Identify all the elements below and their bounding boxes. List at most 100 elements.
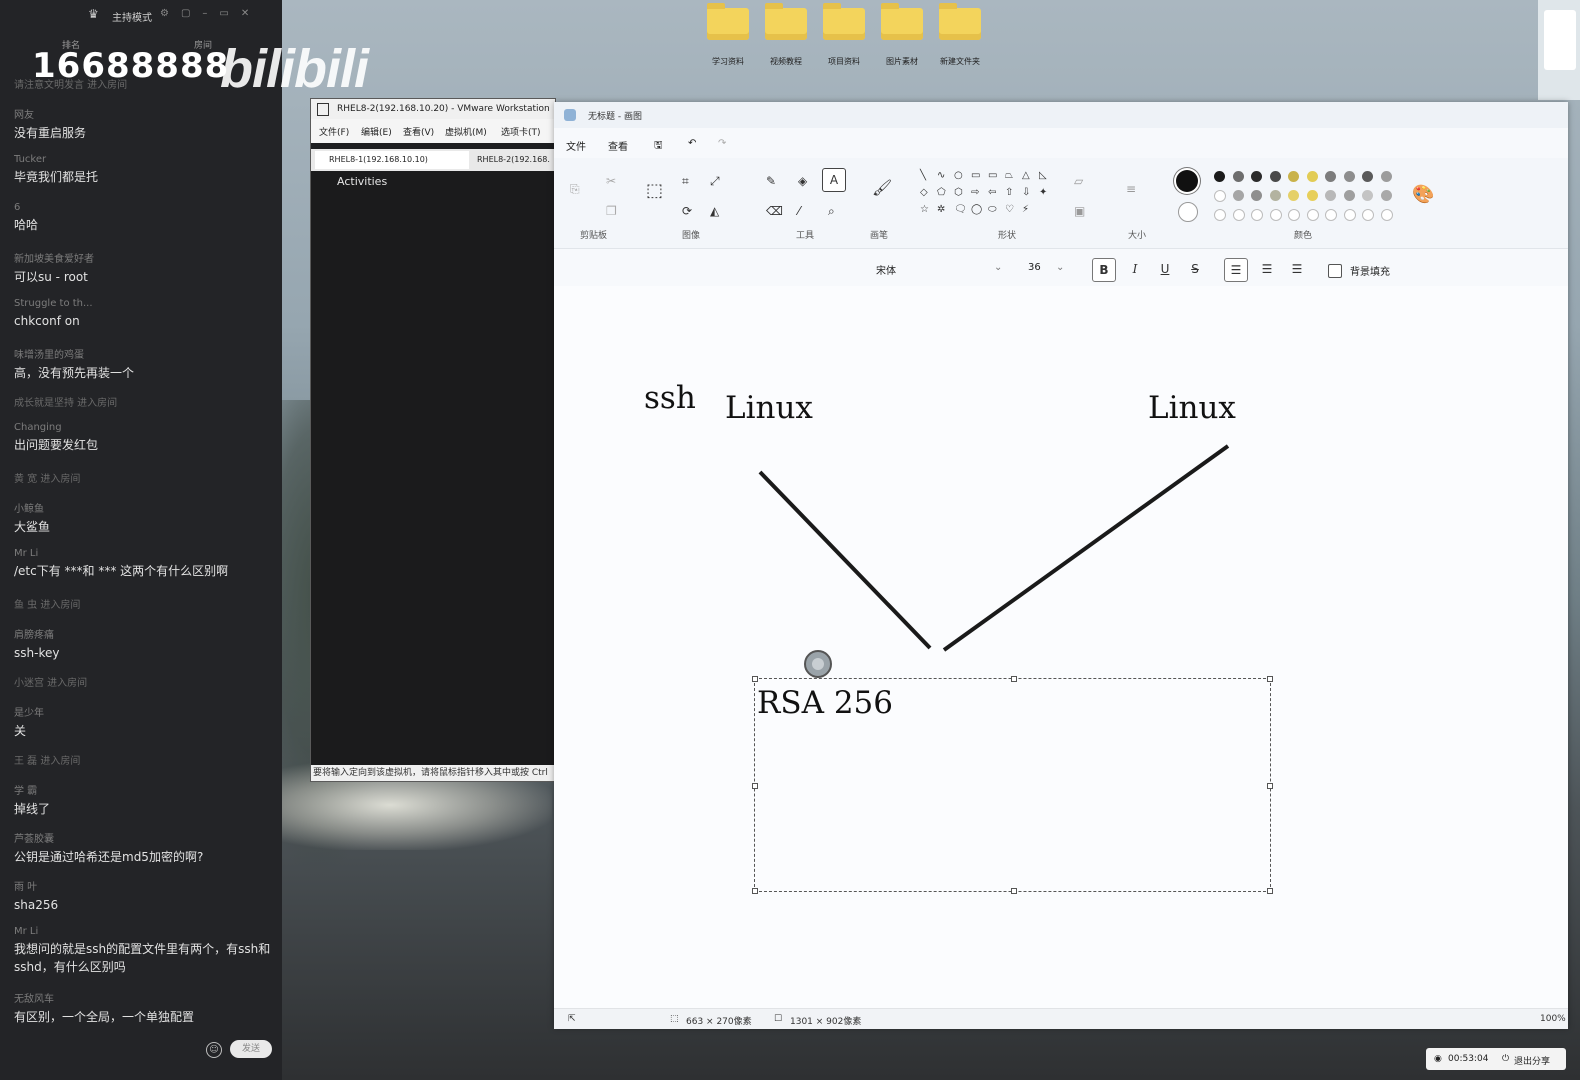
palette-color-swatch[interactable] xyxy=(1306,171,1318,182)
chat-username[interactable]: 6 xyxy=(14,202,274,213)
palette-empty-slot[interactable] xyxy=(1288,209,1300,221)
chat-username[interactable]: Mr Li xyxy=(14,548,274,559)
palette-color-swatch[interactable] xyxy=(1269,171,1281,182)
drawing-canvas[interactable]: ssh Linux Linux RSA 256 xyxy=(554,286,1568,1008)
zoom-level[interactable]: 100% xyxy=(1540,1014,1566,1024)
desktop-folder-icon[interactable]: 图片素材 xyxy=(874,3,930,67)
vmware-menu-item[interactable]: 查看(V) xyxy=(403,125,434,138)
chat-username[interactable]: 无敌风车 xyxy=(14,990,274,1005)
italic-button[interactable]: I xyxy=(1124,258,1146,280)
copy-icon[interactable]: ❐ xyxy=(606,204,617,218)
vm-tab-rhel8-1[interactable]: RHEL8-1(192.168.10.10) xyxy=(315,151,469,169)
chat-username[interactable]: 新加坡美食爱好者 xyxy=(14,250,274,265)
canvas-text-rsa[interactable]: RSA 256 xyxy=(757,685,893,721)
activities-button[interactable]: Activities xyxy=(337,175,387,188)
palette-color-swatch[interactable] xyxy=(1232,190,1244,201)
size-icon[interactable]: ≡ xyxy=(1126,182,1136,196)
vmware-menu-item[interactable]: 选项卡(T) xyxy=(501,125,541,138)
resize-handle[interactable] xyxy=(1011,888,1017,894)
palette-empty-slot[interactable] xyxy=(1362,209,1374,221)
crop-icon[interactable]: ⌗ xyxy=(682,174,689,189)
palette-empty-slot[interactable] xyxy=(1232,209,1245,221)
palette-empty-slot[interactable] xyxy=(1325,209,1337,221)
exit-share-icon[interactable]: ⏻ xyxy=(1502,1054,1509,1064)
palette-color-swatch[interactable] xyxy=(1214,171,1225,182)
underline-button[interactable]: U xyxy=(1154,258,1176,280)
font-family-select[interactable]: 宋体 xyxy=(876,262,896,277)
chat-username[interactable]: 是少年 xyxy=(14,704,274,719)
desktop-folder-icon[interactable]: 新建文件夹 xyxy=(932,3,988,67)
chat-username[interactable]: Mr Li xyxy=(14,926,274,937)
desktop-folder-icon[interactable]: 视频教程 xyxy=(758,3,814,67)
canvas-text-linux-right[interactable]: Linux xyxy=(1148,390,1236,426)
resize-handle[interactable] xyxy=(752,676,758,682)
color-2-swatch[interactable] xyxy=(1178,202,1198,222)
shape-option-icon[interactable]: ⇧ xyxy=(1005,187,1013,198)
font-family-chevron-icon[interactable]: ⌄ xyxy=(994,262,1002,273)
palette-empty-slot[interactable] xyxy=(1380,209,1393,221)
font-size-chevron-icon[interactable]: ⌄ xyxy=(1056,262,1064,273)
chat-username[interactable]: 小鲸鱼 xyxy=(14,500,274,515)
shape-option-icon[interactable]: ☆ xyxy=(920,204,929,215)
palette-color-swatch[interactable] xyxy=(1362,190,1373,201)
shape-option-icon[interactable]: ◯ xyxy=(971,204,982,215)
desktop-folder-icon[interactable]: 项目资料 xyxy=(816,3,872,67)
palette-color-swatch[interactable] xyxy=(1251,190,1262,201)
paste-icon[interactable]: ⎘ xyxy=(570,182,580,197)
align-right-button[interactable]: ☰ xyxy=(1286,258,1308,280)
palette-color-swatch[interactable] xyxy=(1214,190,1226,202)
palette-color-swatch[interactable] xyxy=(1269,190,1281,201)
shape-option-icon[interactable]: ○ xyxy=(954,170,963,181)
palette-empty-slot[interactable] xyxy=(1343,209,1356,221)
resize-handle[interactable] xyxy=(1267,888,1273,894)
palette-empty-slot[interactable] xyxy=(1214,209,1226,221)
edit-colors-icon[interactable]: 🎨 xyxy=(1412,184,1434,205)
shape-option-icon[interactable]: △ xyxy=(1022,170,1030,181)
widget-tile[interactable] xyxy=(1544,10,1576,70)
palette-color-swatch[interactable] xyxy=(1232,171,1244,182)
resize-icon[interactable]: ⤢ xyxy=(710,174,720,189)
shape-option-icon[interactable]: ✦ xyxy=(1039,187,1047,198)
chat-username[interactable]: 雨 叶 xyxy=(14,878,274,893)
canvas-text-linux-left[interactable]: Linux xyxy=(725,390,813,426)
text-selection-box[interactable]: RSA 256 xyxy=(752,676,1273,894)
shape-option-icon[interactable]: ✲ xyxy=(937,204,945,215)
chat-username[interactable]: 芦荟胶囊 xyxy=(14,830,274,845)
emoji-icon[interactable]: ☺ xyxy=(206,1042,222,1058)
resize-handle[interactable] xyxy=(752,888,758,894)
rotate-icon[interactable]: ⟳ xyxy=(682,204,692,218)
align-left-button[interactable]: ☰ xyxy=(1224,258,1248,282)
chat-username[interactable]: 肩膀疼痛 xyxy=(14,626,274,641)
color-1-swatch[interactable] xyxy=(1176,170,1198,192)
exit-share-button[interactable]: 退出分享 xyxy=(1514,1054,1550,1067)
desktop-folder-icon[interactable]: 学习资料 xyxy=(700,3,756,67)
shape-option-icon[interactable]: ⇨ xyxy=(971,187,979,198)
palette-color-swatch[interactable] xyxy=(1251,171,1262,182)
select-icon[interactable]: ⬚ xyxy=(646,180,663,201)
color-picker-icon[interactable]: ⁄ xyxy=(798,204,800,218)
text-tool-icon[interactable]: A xyxy=(822,168,846,192)
shape-option-icon[interactable]: ◇ xyxy=(920,187,928,198)
cut-icon[interactable]: ✂ xyxy=(606,174,616,188)
shape-fill-icon[interactable]: ▣ xyxy=(1074,204,1085,218)
shape-option-icon[interactable]: ◺ xyxy=(1039,170,1047,181)
vmware-menu-item[interactable]: 虚拟机(M) xyxy=(445,125,487,138)
palette-color-swatch[interactable] xyxy=(1380,190,1392,201)
chat-username[interactable]: Tucker xyxy=(14,154,274,165)
chat-username[interactable]: 学 霸 xyxy=(14,782,274,797)
chat-username[interactable]: 网友 xyxy=(14,106,274,121)
palette-empty-slot[interactable] xyxy=(1269,209,1282,221)
strikethrough-button[interactable]: S xyxy=(1184,258,1206,280)
shape-option-icon[interactable]: 🗨 xyxy=(954,204,967,215)
bold-button[interactable]: B xyxy=(1092,258,1116,282)
resize-handle[interactable] xyxy=(752,783,758,789)
palette-color-swatch[interactable] xyxy=(1343,190,1355,201)
shape-option-icon[interactable]: ♡ xyxy=(1005,204,1014,215)
redo-icon[interactable]: ↷ xyxy=(718,138,726,149)
palette-empty-slot[interactable] xyxy=(1306,209,1319,221)
shape-option-icon[interactable]: ▭ xyxy=(971,170,980,181)
resize-handle[interactable] xyxy=(1267,783,1273,789)
shape-option-icon[interactable]: ⇦ xyxy=(988,187,996,198)
shape-option-icon[interactable]: ▭ xyxy=(988,170,997,181)
shape-option-icon[interactable]: ⬠ xyxy=(937,187,946,198)
